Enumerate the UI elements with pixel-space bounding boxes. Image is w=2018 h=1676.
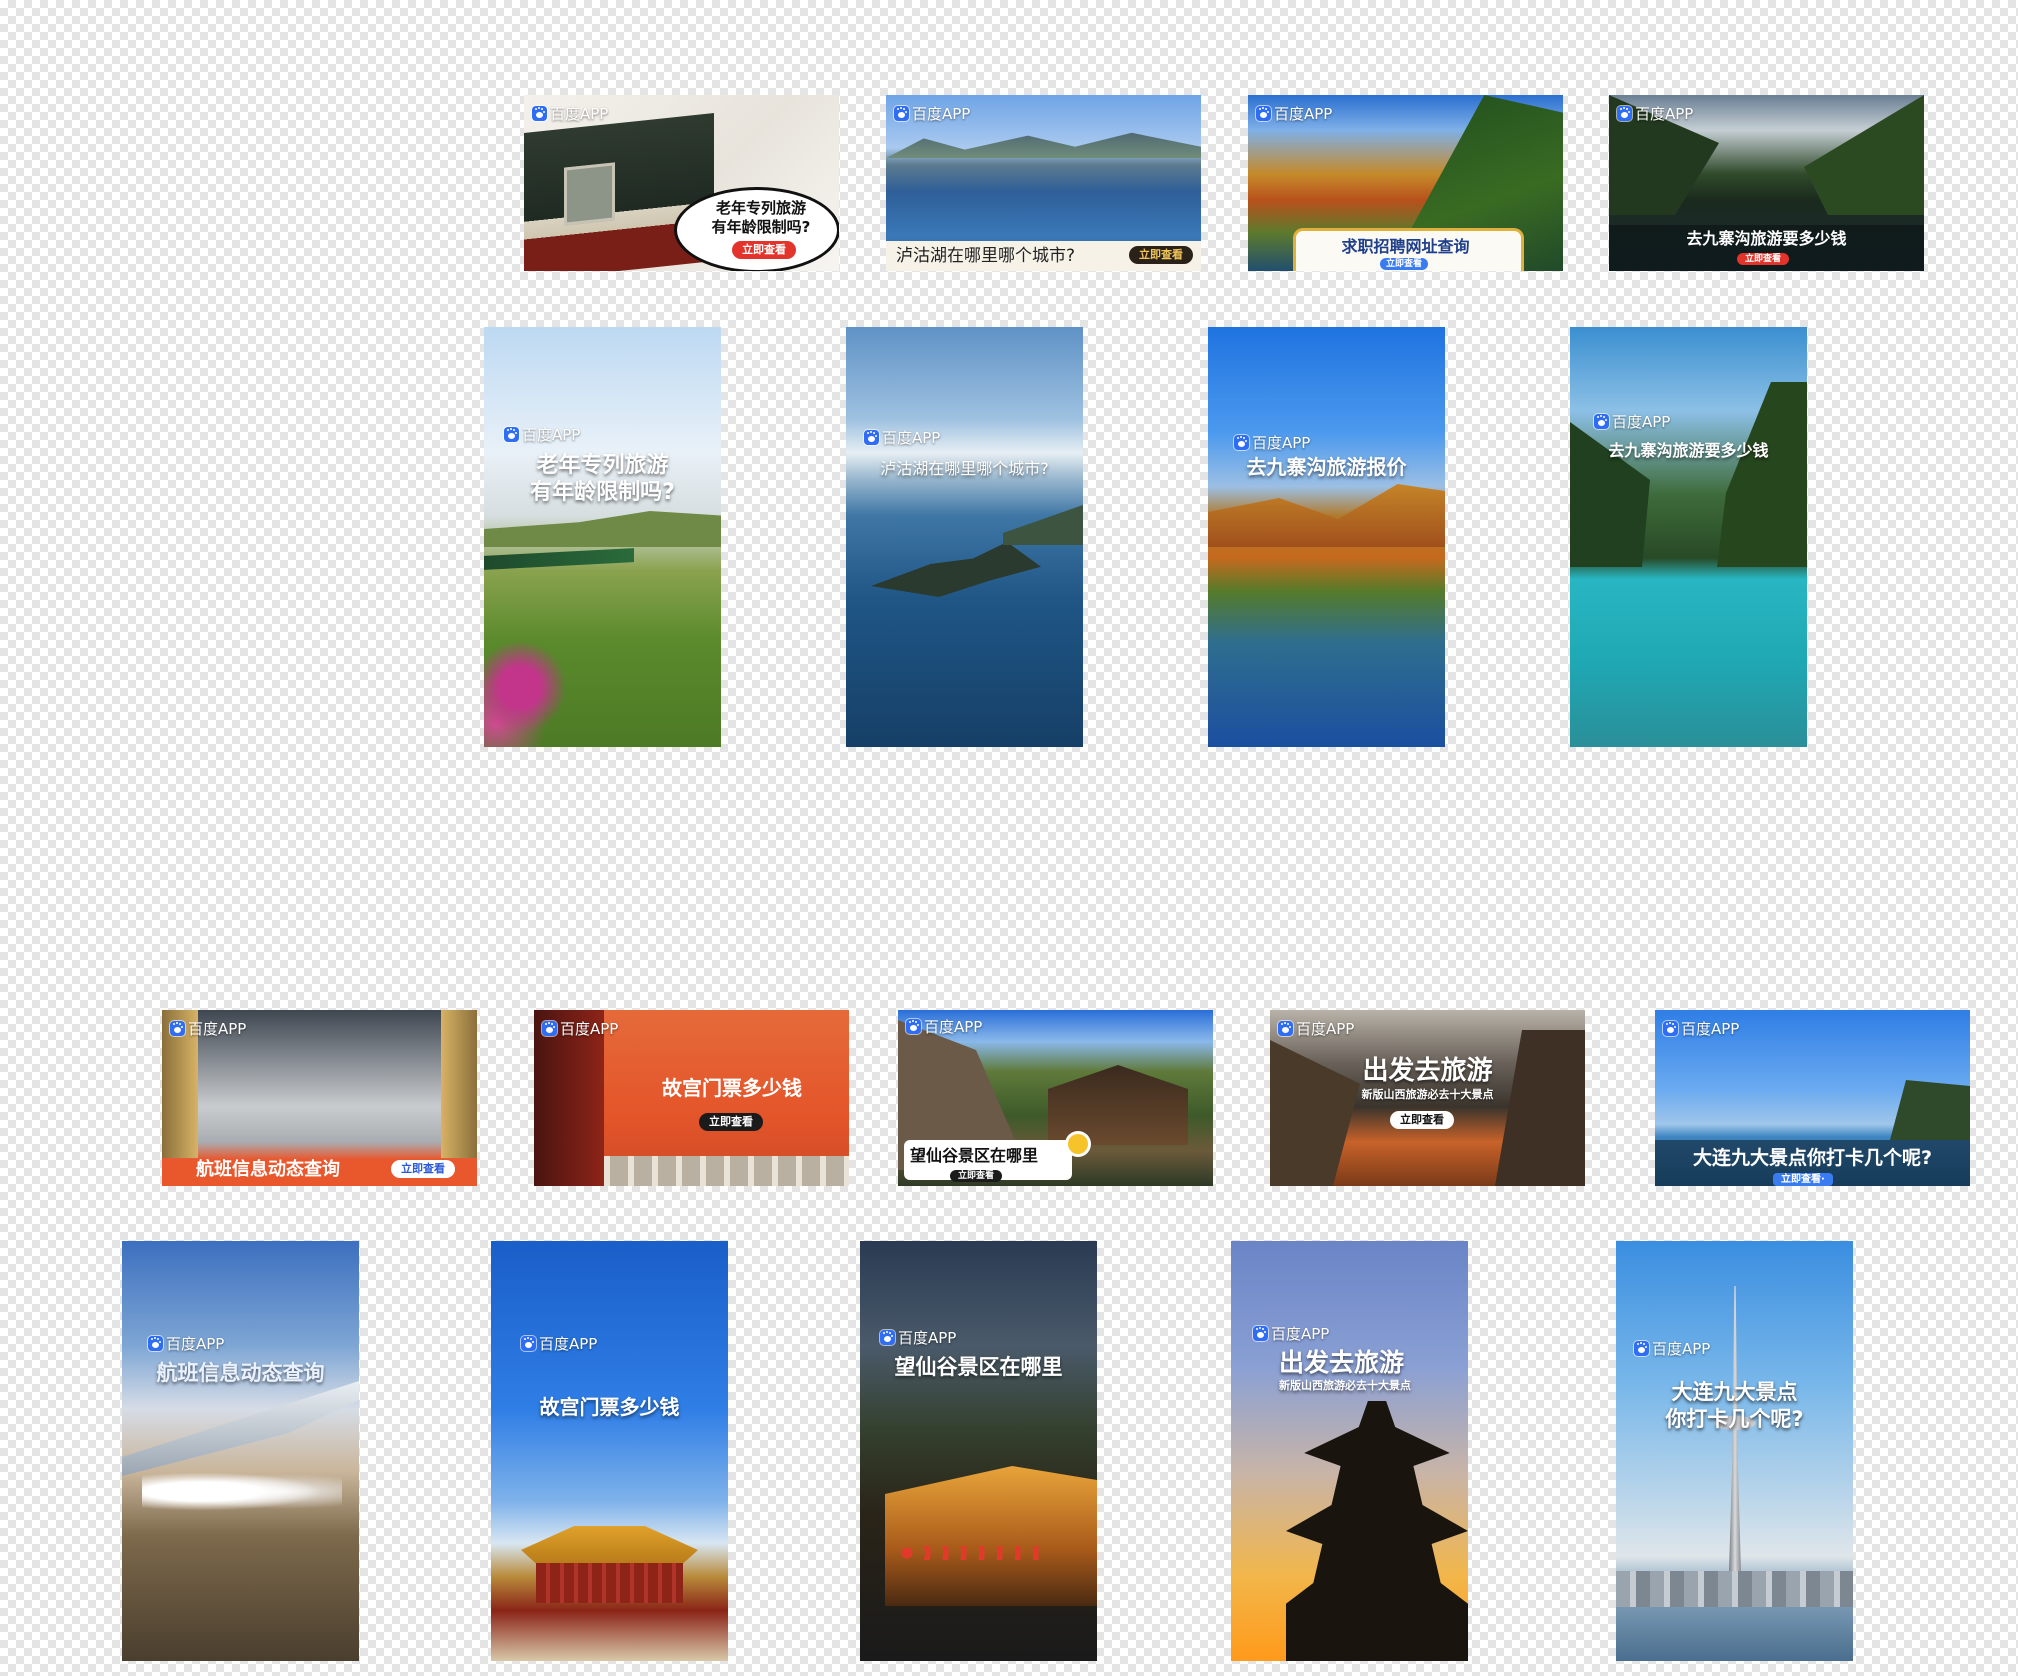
- baidu-paw-icon: [1634, 1341, 1649, 1356]
- baidu-paw-icon: [1256, 106, 1271, 121]
- cta-button[interactable]: 立即查看: [732, 238, 796, 259]
- ad-vertical-jiuzhai-cost[interactable]: 百度APP 去九寨沟旅游要多少钱: [1570, 327, 1807, 747]
- ad-banner-job-search[interactable]: 百度APP 求职招聘网址查询 立即查看: [1248, 95, 1563, 271]
- baidu-paw-icon: [542, 1021, 557, 1036]
- brand-logo: 百度APP: [148, 1333, 224, 1354]
- vertical-title: 出发去旅游: [1279, 1348, 1405, 1377]
- banner-title: 泸沽湖在哪里哪个城市?: [896, 246, 1076, 266]
- baidu-paw-icon: [148, 1336, 163, 1351]
- brand-logo: 百度APP: [894, 103, 970, 124]
- vertical-subtitle: 新版山西旅游必去十大景点: [1279, 1379, 1411, 1392]
- ad-vertical-forbidden-city[interactable]: 百度APP 故宫门票多少钱: [491, 1241, 728, 1661]
- cta-button[interactable]: 立即查看: [1390, 1108, 1454, 1129]
- baidu-paw-icon: [1663, 1021, 1678, 1036]
- baidu-paw-icon: [894, 106, 909, 121]
- ad-banner-lugu-lake[interactable]: 百度APP 泸沽湖在哪里哪个城市? 立即查看: [886, 95, 1201, 271]
- brand-logo: 百度APP: [1278, 1018, 1354, 1039]
- ad-vertical-lugu-lake[interactable]: 百度APP 泸沽湖在哪里哪个城市?: [846, 327, 1083, 747]
- ad-banner-forbidden-city[interactable]: 百度APP 故宫门票多少钱 立即查看: [534, 1010, 849, 1186]
- brand-logo: 百度APP: [1234, 432, 1310, 453]
- train-window: [564, 162, 615, 226]
- skyline: [1616, 1571, 1853, 1607]
- ad-banner-flight[interactable]: 百度APP 航班信息动态查询 立即查看: [162, 1010, 477, 1186]
- vertical-title: 故宫门票多少钱: [539, 1395, 680, 1419]
- vertical-title: 去九寨沟旅游报价: [1246, 455, 1407, 479]
- ad-banner-dalian[interactable]: 百度APP 大连九大景点你打卡几个呢? 立即查看·: [1655, 1010, 1970, 1186]
- baidu-paw-icon: [1253, 1326, 1268, 1341]
- vertical-title: 大连九大景点 你打卡几个呢?: [1665, 1380, 1804, 1431]
- baidu-paw-icon: [880, 1330, 895, 1345]
- banner-title: 航班信息动态查询: [196, 1159, 340, 1180]
- baidu-paw-icon: [1594, 414, 1609, 429]
- cta-button[interactable]: 立即查看: [699, 1110, 763, 1131]
- ad-vertical-jiuzhai-quote[interactable]: 百度APP 去九寨沟旅游报价: [1208, 327, 1445, 747]
- brand-logo: 百度APP: [864, 427, 940, 448]
- banner-title: 故宫门票多少钱: [662, 1076, 802, 1100]
- ad-banner-jiuzhai-cost[interactable]: 百度APP 去九寨沟旅游要多少钱 立即查看: [1609, 95, 1924, 271]
- ad-banner-senior-train[interactable]: 百度APP 老年专列旅游 有年龄限制吗? 立即查看: [524, 95, 839, 271]
- window-frame-right: [441, 1010, 477, 1158]
- ad-vertical-shanxi-travel[interactable]: 百度APP 出发去旅游 新版山西旅游必去十大景点: [1231, 1241, 1468, 1661]
- banner-title: 出发去旅游: [1362, 1056, 1493, 1086]
- railing: [604, 1156, 849, 1186]
- vertical-title: 望仙谷景区在哪里: [894, 1355, 1063, 1379]
- canvas: { "brand": "百度APP", "cta": "立即查看", "row1…: [0, 0, 2018, 1676]
- cta-button[interactable]: 立即查看: [1737, 246, 1790, 265]
- brand-logo: 百度APP: [504, 424, 580, 445]
- flowers: [484, 627, 604, 747]
- brand-logo: 百度APP: [542, 1018, 618, 1039]
- brand-logo: 百度APP: [1253, 1323, 1329, 1344]
- ad-banner-shanxi-travel[interactable]: 百度APP 出发去旅游 新版山西旅游必去十大景点 立即查看: [1270, 1010, 1585, 1186]
- vertical-title: 航班信息动态查询: [156, 1361, 325, 1385]
- baidu-paw-icon: [532, 106, 547, 121]
- ad-banner-wangxian-valley[interactable]: 百度APP 望仙谷景区在哪里 立即查看: [898, 1010, 1213, 1186]
- brand-logo: 百度APP: [170, 1018, 246, 1039]
- cta-button[interactable]: 立即查看·: [1773, 1167, 1833, 1186]
- ad-vertical-senior-train[interactable]: 百度APP 老年专列旅游 有年龄限制吗?: [484, 327, 721, 747]
- ad-vertical-wangxian-valley[interactable]: 百度APP 望仙谷景区在哪里: [860, 1241, 1097, 1661]
- cta-button[interactable]: 立即查看: [1129, 243, 1193, 264]
- ad-vertical-dalian[interactable]: 百度APP 大连九大景点 你打卡几个呢?: [1616, 1241, 1853, 1661]
- baidu-paw-icon: [1234, 435, 1249, 450]
- cta-button[interactable]: 立即查看: [950, 1163, 1003, 1182]
- banner-title: 老年专列旅游 有年龄限制吗?: [711, 199, 811, 236]
- red-lanterns: [900, 1546, 1050, 1560]
- ad-vertical-flight[interactable]: 百度APP 航班信息动态查询: [122, 1241, 359, 1661]
- vertical-title: 老年专列旅游 有年龄限制吗?: [530, 453, 675, 505]
- baidu-paw-icon: [906, 1019, 921, 1034]
- brand-logo: 百度APP: [1634, 1338, 1710, 1359]
- baidu-paw-icon: [504, 427, 519, 442]
- baidu-paw-icon: [1278, 1021, 1293, 1036]
- brand-logo: 百度APP: [521, 1333, 597, 1354]
- baidu-paw-icon: [170, 1021, 185, 1036]
- banner-subtitle: 新版山西旅游必去十大景点: [1361, 1088, 1494, 1101]
- cta-button[interactable]: 立即查看: [391, 1157, 455, 1178]
- brand-logo: 百度APP: [880, 1327, 956, 1348]
- brand-logo: 百度APP: [906, 1016, 982, 1037]
- vertical-title: 去九寨沟旅游要多少钱: [1608, 441, 1769, 460]
- clouds: [142, 1469, 342, 1514]
- brand-logo: 百度APP: [532, 103, 608, 124]
- brand-logo: 百度APP: [1594, 411, 1670, 432]
- sun-icon: [1068, 1134, 1088, 1154]
- baidu-paw-icon: [1617, 106, 1632, 121]
- baidu-paw-icon: [521, 1336, 536, 1351]
- brand-logo: 百度APP: [1663, 1018, 1739, 1039]
- baidu-paw-icon: [864, 430, 879, 445]
- cta-button[interactable]: 立即查看: [1380, 251, 1429, 270]
- palace-hall: [536, 1563, 683, 1603]
- banner-title: 大连九大景点你打卡几个呢?: [1692, 1147, 1933, 1169]
- brand-logo: 百度APP: [1256, 103, 1332, 124]
- brand-logo: 百度APP: [1617, 103, 1693, 124]
- vertical-title: 泸沽湖在哪里哪个城市?: [880, 459, 1049, 478]
